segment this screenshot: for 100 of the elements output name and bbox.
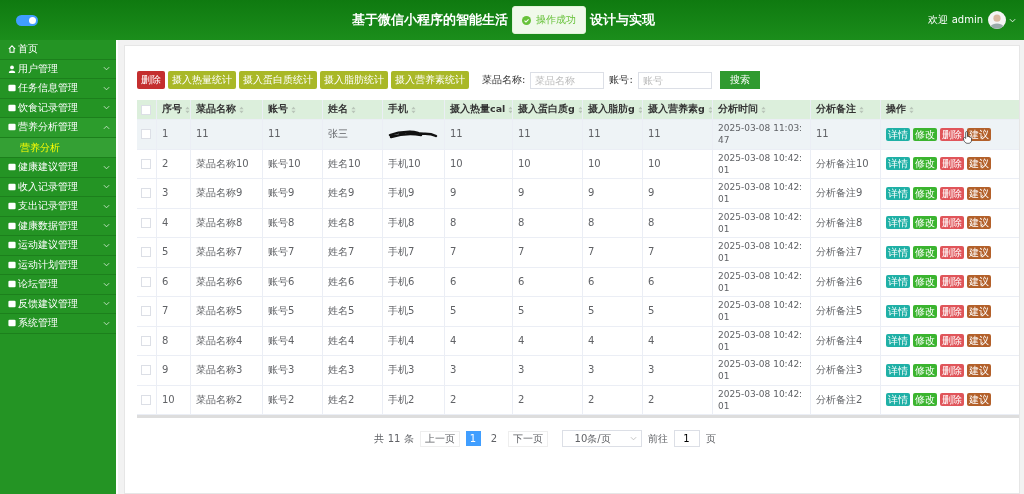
row-action-button[interactable]: 删除 — [940, 157, 964, 171]
checkbox[interactable] — [141, 306, 151, 317]
checkbox[interactable] — [141, 276, 151, 287]
row-action-button[interactable]: 删除 — [940, 304, 964, 318]
toolbar-button[interactable]: 摄入热量统计 — [168, 71, 236, 89]
page-number[interactable]: 1 — [465, 431, 481, 446]
sort-icon[interactable] — [351, 105, 356, 114]
menu-item[interactable]: 支出记录管理 — [0, 197, 116, 217]
column-header[interactable]: 分析时间 — [718, 103, 758, 116]
menu-item[interactable]: 运动计划管理 — [0, 255, 116, 275]
checkbox[interactable] — [141, 129, 151, 140]
toolbar-button[interactable]: 摄入蛋白质统计 — [239, 71, 317, 89]
filter-field[interactable]: 账号 — [637, 71, 712, 89]
sort-icon[interactable] — [508, 105, 512, 114]
row-action-button[interactable]: 修改 — [913, 363, 937, 377]
row-action-button[interactable]: 详情 — [886, 216, 910, 230]
toggle-switch[interactable] — [16, 14, 38, 26]
checkbox[interactable] — [141, 188, 151, 199]
table-row[interactable]: 2 菜品名称10 账号10 姓名10 手机10 10 10 10 10 2025-03-08 10:42:01 分析备注10 详情 修改 删除 建议 — [137, 149, 1019, 179]
sort-icon[interactable] — [707, 105, 712, 114]
row-action-button[interactable]: 删除 — [940, 245, 964, 259]
menu-item[interactable]: 用户管理 — [0, 59, 116, 79]
menu-item[interactable]: 论坛管理 — [0, 275, 116, 295]
row-action-button[interactable]: 详情 — [886, 304, 910, 318]
row-action-button[interactable]: 建议 — [967, 304, 991, 318]
menu-item[interactable]: 首页 — [0, 40, 116, 60]
row-action-button[interactable]: 删除 — [940, 363, 964, 377]
checkbox[interactable] — [141, 247, 151, 258]
row-action-button[interactable]: 建议 — [967, 216, 991, 230]
row-action-button[interactable]: 修改 — [913, 127, 937, 141]
row-action-button[interactable]: 删除 — [940, 216, 964, 230]
toolbar-button[interactable]: 摄入营养素统计 — [391, 71, 469, 89]
sort-icon[interactable] — [411, 105, 416, 114]
column-header[interactable]: 分析备注 — [816, 103, 856, 116]
row-action-button[interactable]: 建议 — [967, 393, 991, 407]
row-action-button[interactable]: 删除 — [940, 334, 964, 348]
row-action-button[interactable]: 详情 — [886, 334, 910, 348]
search-button[interactable]: 搜索 — [719, 71, 760, 89]
row-action-button[interactable]: 修改 — [913, 275, 937, 289]
menu-item[interactable]: 系统管理 — [0, 314, 116, 334]
table-row[interactable]: 3 菜品名称9 账号9 姓名9 手机9 9 9 9 9 2025-03-08 10:42:01 分析备注9 详情 修改 删除 建议 — [137, 179, 1019, 209]
menu-item[interactable]: 健康建议管理 — [0, 158, 116, 178]
table-row[interactable]: 10 菜品名称2 账号2 姓名2 手机2 2 2 2 2 2025-03-08 10:42:01 分析备注2 详情 修改 删除 建议 — [137, 385, 1019, 415]
column-header[interactable]: 摄入蛋白质g — [518, 103, 575, 116]
row-action-button[interactable]: 删除 — [940, 127, 964, 141]
menu-item[interactable]: 收入记录管理 — [0, 177, 116, 197]
submenu-item[interactable]: 营养分析 — [0, 137, 116, 158]
row-action-button[interactable]: 修改 — [913, 334, 937, 348]
prev-page-button[interactable]: 上一页 — [419, 430, 460, 447]
menu-item[interactable]: 运动建议管理 — [0, 236, 116, 256]
table-row[interactable]: 8 菜品名称4 账号4 姓名4 手机4 4 4 4 4 2025-03-08 10:42:01 分析备注4 详情 修改 删除 建议 — [137, 326, 1019, 356]
row-action-button[interactable]: 详情 — [886, 275, 910, 289]
column-header[interactable]: 操作 — [886, 103, 906, 116]
sort-icon[interactable] — [239, 105, 244, 114]
row-action-button[interactable]: 详情 — [886, 363, 910, 377]
row-action-button[interactable]: 修改 — [913, 157, 937, 171]
column-header[interactable]: 摄入热量cal — [450, 103, 506, 116]
row-action-button[interactable]: 修改 — [913, 245, 937, 259]
table-row[interactable]: 1 11 11 张三 11 11 11 11 2025-03-08 11:03:47 11 详情 修改 删除 建议 — [137, 120, 1019, 150]
row-action-button[interactable]: 建议 — [967, 186, 991, 200]
row-action-button[interactable]: 修改 — [913, 304, 937, 318]
row-action-button[interactable]: 详情 — [886, 186, 910, 200]
row-action-button[interactable]: 建议 — [967, 245, 991, 259]
table-row[interactable]: 9 菜品名称3 账号3 姓名3 手机3 3 3 3 3 2025-03-08 10:42:01 分析备注3 详情 修改 删除 建议 — [137, 356, 1019, 386]
next-page-button[interactable]: 下一页 — [507, 430, 548, 447]
avatar-icon[interactable] — [988, 11, 1006, 29]
column-header[interactable]: 姓名 — [328, 103, 348, 116]
toolbar-button[interactable]: 删除 — [137, 71, 165, 89]
row-action-button[interactable]: 删除 — [940, 275, 964, 289]
checkbox[interactable] — [141, 217, 151, 228]
row-action-button[interactable]: 修改 — [913, 393, 937, 407]
row-action-button[interactable]: 删除 — [940, 393, 964, 407]
sort-icon[interactable] — [577, 105, 582, 114]
column-header[interactable]: 摄入营养素g — [648, 103, 705, 116]
sort-icon[interactable] — [909, 105, 914, 114]
row-action-button[interactable]: 修改 — [913, 186, 937, 200]
table-row[interactable]: 4 菜品名称8 账号8 姓名8 手机8 8 8 8 8 2025-03-08 10:42:01 分析备注8 详情 修改 删除 建议 — [137, 208, 1019, 238]
row-action-button[interactable]: 详情 — [886, 245, 910, 259]
menu-item[interactable]: 反馈建议管理 — [0, 294, 116, 314]
sort-icon[interactable] — [637, 105, 642, 114]
row-action-button[interactable]: 建议 — [967, 334, 991, 348]
row-action-button[interactable]: 详情 — [886, 127, 910, 141]
menu-item[interactable]: 营养分析管理 — [0, 118, 116, 138]
menu-item[interactable]: 健康数据管理 — [0, 216, 116, 236]
toolbar-button[interactable]: 摄入脂肪统计 — [320, 71, 388, 89]
page-size-select[interactable]: 10条/页 — [561, 430, 642, 447]
row-action-button[interactable]: 详情 — [886, 157, 910, 171]
sort-icon[interactable] — [761, 105, 766, 114]
column-header[interactable]: 摄入脂肪g — [588, 103, 635, 116]
row-action-button[interactable]: 删除 — [940, 186, 964, 200]
row-action-button[interactable]: 修改 — [913, 216, 937, 230]
sort-icon[interactable] — [185, 105, 190, 114]
row-action-button[interactable]: 详情 — [886, 393, 910, 407]
checkbox[interactable] — [141, 365, 151, 376]
sort-icon[interactable] — [859, 105, 864, 114]
row-action-button[interactable]: 建议 — [967, 363, 991, 377]
menu-item[interactable]: 任务信息管理 — [0, 79, 116, 99]
row-action-button[interactable]: 建议 — [967, 275, 991, 289]
checkbox[interactable] — [141, 158, 151, 169]
column-header[interactable]: 菜品名称 — [196, 103, 236, 116]
